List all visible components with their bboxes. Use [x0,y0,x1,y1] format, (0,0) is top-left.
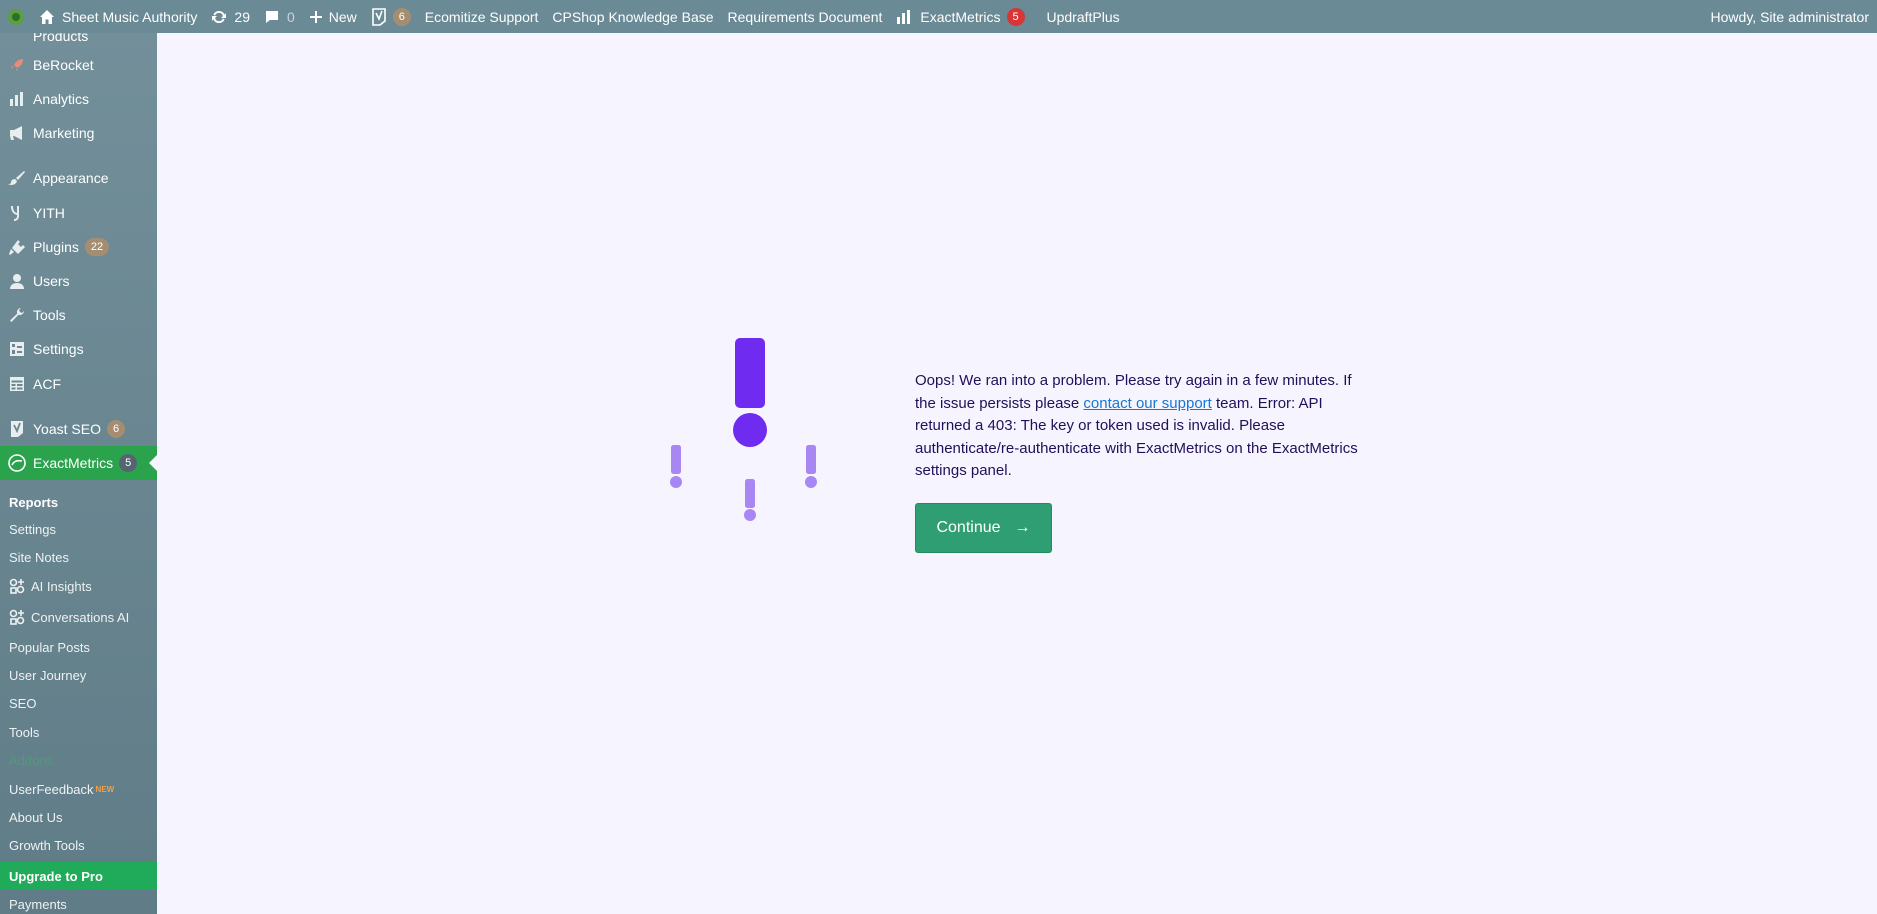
exactmetrics-icon [6,453,28,473]
ecomitize-support-link[interactable]: Ecomitize Support [418,0,546,33]
requirements-doc-link[interactable]: Requirements Document [721,0,890,33]
yith-icon [6,203,28,223]
menu-item-label: Yoast SEO [33,421,101,437]
submenu-addons[interactable]: Addons [0,747,157,773]
ai-sparkle-icon [9,578,25,594]
menu-item-label: BeRocket [33,57,94,73]
yoast-count: 6 [392,7,411,26]
yoast-badge: 6 [106,420,126,438]
menu-item-label: Analytics [33,91,90,107]
menu-item-berocket[interactable]: BeRocket [0,48,157,82]
products-icon [6,33,28,46]
contact-support-link[interactable]: contact our support [1083,395,1211,412]
site-logo-icon[interactable] [0,0,32,33]
submenu-label: UserFeedback [9,781,94,797]
comments-count: 0 [286,8,295,25]
menu-item-appearance[interactable]: Appearance [0,161,157,195]
comments-link[interactable]: 0 [257,0,302,33]
bar-chart-icon [6,89,28,109]
error-message: Oops! We ran into a problem. Please try … [915,370,1375,483]
menu-item-label: ACF [33,376,61,392]
updates-icon [212,10,227,23]
submenu-conversations-ai[interactable]: Conversations AI [0,604,157,630]
continue-label: Continue [936,519,1001,536]
site-name-link[interactable]: Sheet Music Authority [32,0,204,33]
home-icon [40,9,54,24]
new-label: New [328,8,357,25]
exactmetrics-adminbar-link[interactable]: ExactMetrics 5 [889,0,1031,33]
comment-icon [265,10,278,23]
howdy-user-link[interactable]: Howdy, Site administrator [1704,0,1877,33]
menu-item-settings[interactable]: Settings [0,332,157,366]
submenu-tools[interactable]: Tools [0,719,157,745]
yoast-adminbar-link[interactable]: 6 [364,0,418,33]
updraftplus-link[interactable]: UpdraftPlus [1040,0,1127,33]
admin-bar: Sheet Music Authority 29 0 New 6 Ecomiti… [0,0,1877,33]
menu-item-label: Marketing [33,125,95,141]
menu-item-yith[interactable]: YITH [0,196,157,230]
menu-item-label: Plugins [33,239,79,255]
plugin-icon [6,237,28,257]
yoast-icon [6,419,28,439]
yoast-icon [371,7,386,26]
wrench-icon [6,305,28,325]
menu-item-label: Appearance [33,170,109,186]
menu-item-tools[interactable]: Tools [0,298,157,332]
admin-sidebar: Products BeRocket Analytics Marketing Ap… [0,33,157,914]
submenu-upgrade-to-pro[interactable]: Upgrade to Pro [0,862,157,890]
ai-sparkle-icon [9,609,25,625]
updates-count: 29 [234,8,250,25]
menu-item-label: YITH [33,205,65,221]
site-name: Sheet Music Authority [62,8,198,25]
updates-link[interactable]: 29 [204,0,257,33]
paintbrush-icon [6,168,28,188]
settings-icon [6,339,28,359]
table-icon [6,374,28,394]
submenu-about-us[interactable]: About Us [0,804,157,830]
new-content-link[interactable]: New [302,0,364,33]
submenu-ai-insights[interactable]: AI Insights [0,573,157,599]
submenu-popular-posts[interactable]: Popular Posts [0,634,157,660]
exclamation-illustration-icon [670,338,817,521]
exactmetrics-adminbar-label: ExactMetrics [920,8,1001,25]
submenu-seo[interactable]: SEO [0,690,157,716]
menu-item-exactmetrics[interactable]: ExactMetrics 5 [0,446,157,480]
submenu-settings[interactable]: Settings [0,516,157,542]
menu-item-label: Products [33,33,89,44]
submenu-site-notes[interactable]: Site Notes [0,544,157,570]
plus-icon [309,10,322,23]
users-icon [6,271,28,291]
menu-item-analytics[interactable]: Analytics [0,82,157,116]
menu-item-acf[interactable]: ACF [0,367,157,401]
menu-item-label: Settings [33,341,84,357]
submenu-payments[interactable]: Payments [0,891,157,914]
menu-item-label: ExactMetrics [33,455,114,471]
plugins-update-badge: 22 [84,238,110,256]
exactmetrics-adminbar-count: 5 [1006,7,1025,26]
submenu-reports[interactable]: Reports [0,489,157,515]
menu-item-users[interactable]: Users [0,264,157,298]
menu-item-marketing[interactable]: Marketing [0,116,157,150]
megaphone-icon [6,123,28,143]
menu-item-plugins[interactable]: Plugins 22 [0,230,157,264]
cpshop-kb-link[interactable]: CPShop Knowledge Base [545,0,720,33]
submenu-label: Conversations AI [31,609,130,625]
submenu-label: AI Insights [31,578,92,594]
new-tag: NEW [95,784,115,794]
menu-item-yoast-seo[interactable]: Yoast SEO 6 [0,412,157,446]
submenu-userfeedback[interactable]: UserFeedback NEW [0,776,157,802]
submenu-user-journey[interactable]: User Journey [0,662,157,688]
bar-chart-icon [897,9,911,24]
exactmetrics-badge: 5 [119,454,138,472]
rocket-icon [6,55,28,75]
submenu-growth-tools[interactable]: Growth Tools [0,832,157,858]
menu-item-label: Tools [33,307,66,323]
menu-item-label: Users [33,273,70,289]
continue-button[interactable]: Continue → [915,503,1052,553]
arrow-right-icon: → [1014,519,1031,536]
